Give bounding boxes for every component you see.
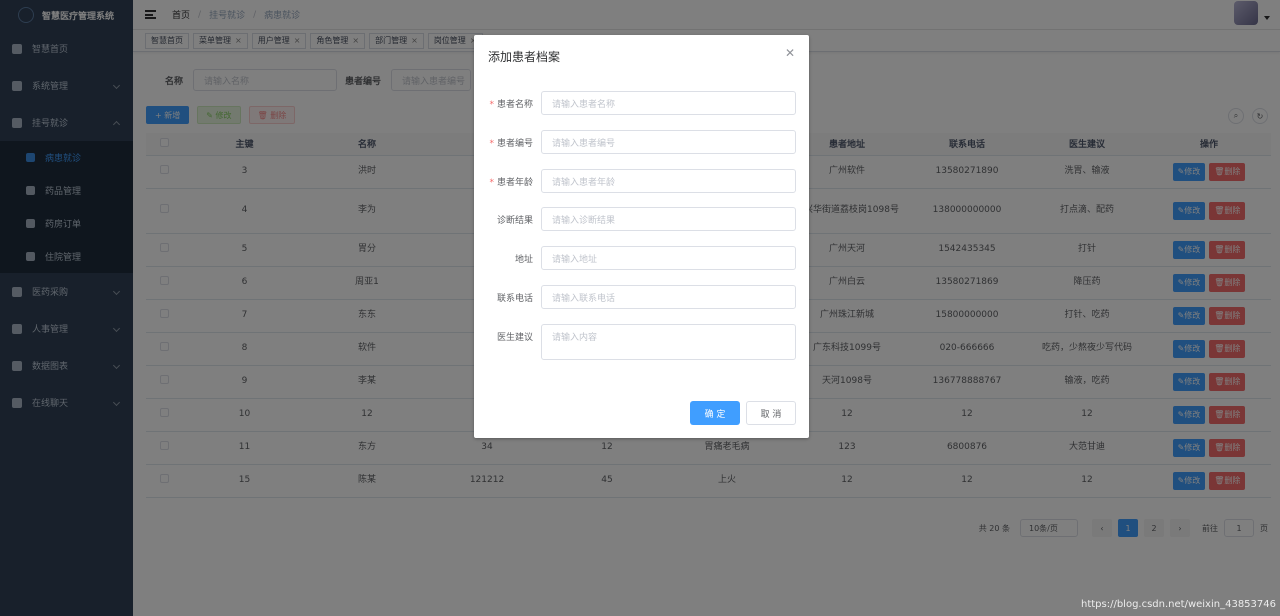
add-patient-dialog: 添加患者档案 ✕ * 患者名称 请输入患者名称 * 患者编号 请输入患者编号 * 患者… [474,35,809,438]
field-label-text: 患者年龄 [496,178,533,188]
confirm-button[interactable]: 确 定 [690,401,740,425]
dialog-title: 添加患者档案 [488,50,561,64]
form-row-phone: 联系电话 请输入联系电话 [474,285,809,309]
patient-age-input[interactable]: 请输入患者年龄 [541,169,796,193]
patient-code-input[interactable]: 请输入患者编号 [541,130,796,154]
close-icon[interactable]: ✕ [785,46,795,60]
field-label: * 患者名称 [489,97,533,110]
form-row-diagnosis: 诊断结果 请输入诊断结果 [474,207,809,231]
required-asterisk: * [489,139,494,149]
field-label: 地址 [514,255,533,265]
field-label-text: 患者编号 [496,139,533,149]
form-row-advice: 医生建议 请输入内容 [474,324,809,360]
field-label: * 患者年龄 [489,175,533,188]
watermark: https://blog.csdn.net/weixin_43853746 [1080,599,1276,610]
required-asterisk: * [489,100,494,110]
field-label: 联系电话 [496,294,533,304]
diagnosis-input[interactable]: 请输入诊断结果 [541,207,796,231]
field-label: * 患者编号 [489,136,533,149]
patient-name-input[interactable]: 请输入患者名称 [541,91,796,115]
form-row-code: * 患者编号 请输入患者编号 [474,130,809,154]
phone-input[interactable]: 请输入联系电话 [541,285,796,309]
advice-textarea[interactable]: 请输入内容 [541,324,796,360]
field-label: 医生建议 [496,333,533,343]
address-input[interactable]: 请输入地址 [541,246,796,270]
form-row-name: * 患者名称 请输入患者名称 [474,91,809,115]
cancel-button[interactable]: 取 消 [746,401,796,425]
form-row-age: * 患者年龄 请输入患者年龄 [474,169,809,193]
form-row-address: 地址 请输入地址 [474,246,809,270]
field-label: 诊断结果 [496,216,533,226]
required-asterisk: * [489,178,494,188]
field-label-text: 患者名称 [496,100,533,110]
